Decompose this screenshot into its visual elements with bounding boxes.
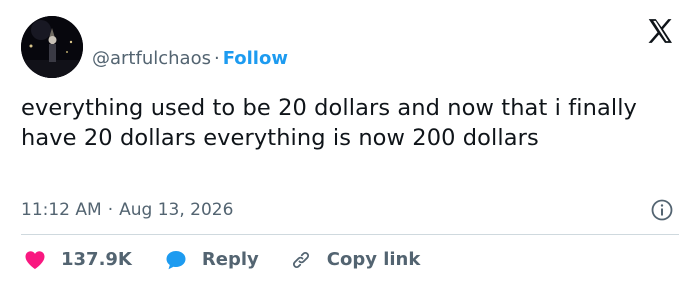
divider <box>21 234 679 235</box>
info-icon[interactable] <box>650 198 674 222</box>
like-count: 137.9K <box>61 249 132 270</box>
tweet-time: 11:12 AM <box>21 200 102 220</box>
reply-button[interactable]: Reply <box>164 248 259 272</box>
like-button[interactable]: 137.9K <box>23 248 132 272</box>
link-icon <box>292 251 309 269</box>
heart-icon <box>25 251 45 269</box>
action-bar: 137.9K Reply Copy link <box>23 247 454 273</box>
author-handle[interactable]: @artfulchaos <box>92 48 211 69</box>
speech-bubble-icon <box>166 251 186 270</box>
avatar-image <box>21 16 83 78</box>
copy-link-button[interactable]: Copy link <box>289 248 421 272</box>
handle-separator: · <box>213 48 220 69</box>
tweet-text: everything used to be 20 dollars and now… <box>21 95 637 151</box>
author-row: @artfulchaos · Follow <box>92 47 288 71</box>
meta-separator: · <box>107 200 114 220</box>
tweet-timestamp[interactable]: 11:12 AM · Aug 13, 2026 <box>21 198 233 222</box>
tweet-header: @artfulchaos · Follow <box>21 16 681 78</box>
reply-label: Reply <box>201 249 259 270</box>
follow-button[interactable]: Follow <box>223 48 288 69</box>
tweet-date: Aug 13, 2026 <box>119 200 234 220</box>
x-logo-icon[interactable] <box>645 16 675 46</box>
copy-link-label: Copy link <box>326 249 421 270</box>
avatar[interactable] <box>21 16 83 78</box>
